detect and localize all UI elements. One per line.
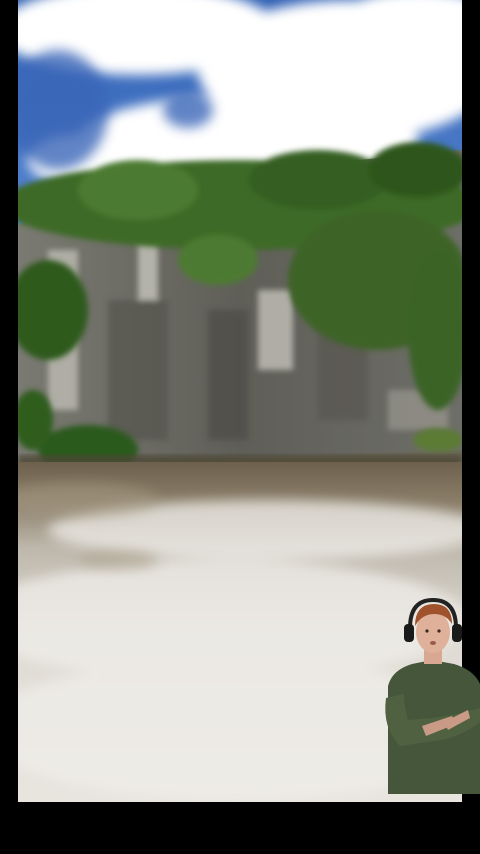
webcam-overlay (382, 598, 480, 794)
video-frame (0, 0, 480, 854)
presenter-figure (385, 598, 480, 794)
